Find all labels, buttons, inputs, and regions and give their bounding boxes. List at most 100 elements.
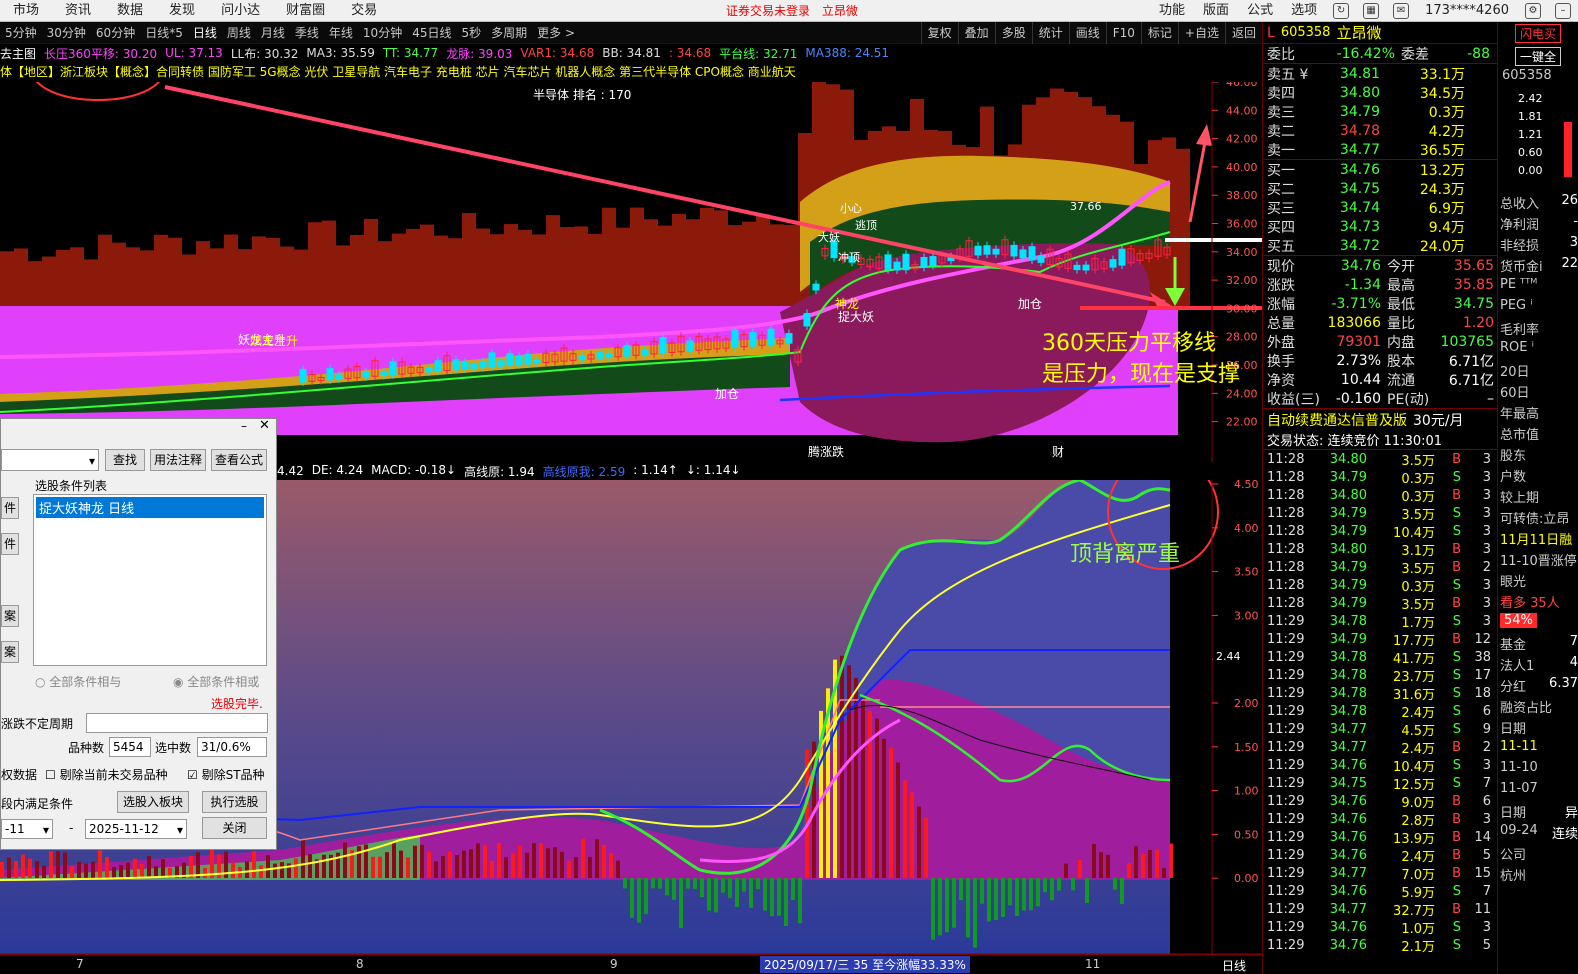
side-item-6[interactable]: 毛利率 — [1498, 319, 1578, 340]
save-plan-button[interactable]: 案 — [1, 641, 19, 663]
usage-notes-button[interactable]: 用法注释 — [150, 449, 206, 471]
period-tab-8[interactable]: 年线 — [324, 22, 358, 44]
side-item-31[interactable]: 公司 — [1498, 844, 1578, 865]
mail-icon[interactable]: ✉ — [1393, 3, 1410, 19]
load-plan-button[interactable]: 案 — [1, 605, 19, 627]
period-tab-9[interactable]: 10分钟 — [358, 22, 407, 44]
date-to-input[interactable]: 2025-11-12 ▾ — [85, 819, 187, 839]
account-name[interactable]: 173****4260 — [1416, 0, 1518, 22]
period-tab-3[interactable]: 日线*5 — [140, 22, 188, 44]
radio-or[interactable]: ◉ 全部条件相或 — [173, 673, 259, 690]
tool-button-2[interactable]: 多股 — [994, 22, 1032, 44]
search-button[interactable]: 查找 — [105, 449, 145, 471]
period-tab-12[interactable]: 多周期 — [486, 22, 532, 44]
side-item-11[interactable]: 总市值 — [1498, 424, 1578, 445]
menu-item-0[interactable]: 市场 — [0, 0, 52, 22]
ask-row-3[interactable]: 卖二 34.78 4.2万 — [1263, 121, 1497, 140]
side-item-9[interactable]: 60日 — [1498, 382, 1578, 403]
date-from-input[interactable]: -11 ▾ — [1, 819, 53, 839]
bid-row-3[interactable]: 买四 34.73 9.4万 — [1263, 217, 1497, 236]
side-item-25[interactable]: 日期 — [1498, 718, 1578, 739]
menu-item-3[interactable]: 发现 — [156, 0, 208, 22]
bid-row-2[interactable]: 买三 34.74 6.9万 — [1263, 198, 1497, 217]
tick-list[interactable]: 11:28 34.80 3.5万 B 3 11:28 34.79 0.3万 S 3 11:28 34.… — [1263, 450, 1497, 955]
ask-row-2[interactable]: 卖三 34.79 0.3万 — [1263, 102, 1497, 121]
condition-item[interactable]: 捉大妖神龙 日线 — [36, 497, 264, 518]
period-tab-13[interactable]: 更多 > — [532, 22, 580, 44]
flash-buy-button[interactable]: 闪电买 — [1514, 23, 1561, 43]
ask-row-1[interactable]: 卖四 34.80 34.5万 — [1263, 83, 1497, 102]
side-item-2[interactable]: 非经损 3 — [1498, 235, 1578, 256]
dialog-close-icon[interactable]: ✕ — [259, 418, 270, 433]
menu-item-4[interactable]: 问小达 — [208, 0, 273, 22]
period-tab-6[interactable]: 月线 — [256, 22, 290, 44]
dialog-minimize-icon[interactable]: – — [241, 419, 247, 433]
period-tab-1[interactable]: 30分钟 — [42, 22, 91, 44]
side-item-7[interactable]: ROE ⁱ — [1498, 340, 1578, 361]
one-click-button[interactable]: 一键全 — [1514, 46, 1561, 66]
side-item-1[interactable]: 净利润 - — [1498, 214, 1578, 235]
side-item-19[interactable]: 看多 35人 — [1498, 592, 1578, 613]
side-item-3[interactable]: 货币金i 22 — [1498, 256, 1578, 277]
tool-button-6[interactable]: 标记 — [1140, 22, 1178, 44]
radio-and[interactable]: ○ 全部条件相与 — [35, 673, 121, 690]
bid-row-1[interactable]: 买二 34.75 24.3万 — [1263, 179, 1497, 198]
side-item-18[interactable]: 眼光 — [1498, 571, 1578, 592]
period-input[interactable] — [86, 713, 268, 733]
ask-row-0[interactable]: 卖五 ¥ 34.81 33.1万 — [1263, 64, 1497, 83]
calculator-icon[interactable]: ▦ — [1363, 3, 1380, 19]
period-tab-10[interactable]: 45日线 — [407, 22, 456, 44]
side-item-14[interactable]: 较上期 — [1498, 487, 1578, 508]
promo-row[interactable]: 自动续费通达信普及版 30元/月 — [1263, 409, 1497, 430]
menu-item-1[interactable]: 资讯 — [52, 0, 104, 22]
tool-button-0[interactable]: 复权 — [920, 22, 958, 44]
side-item-8[interactable]: 20日 — [1498, 361, 1578, 382]
menu-right-item-3[interactable]: 选项 — [1282, 0, 1326, 22]
side-item-26[interactable]: 11-11 — [1498, 739, 1578, 760]
menu-item-5[interactable]: 财富圈 — [273, 0, 338, 22]
bid-row-4[interactable]: 买五 34.72 24.0万 — [1263, 236, 1497, 255]
side-item-22[interactable]: 法人1 4 — [1498, 655, 1578, 676]
tool-button-7[interactable]: +自选 — [1177, 22, 1225, 44]
exclude-untraded-checkbox[interactable]: ☐ 剔除当前未交易品种 — [45, 766, 168, 783]
exclude-st-checkbox[interactable]: ☑ 剔除ST品种 — [187, 766, 265, 783]
side-item-24[interactable]: 融资占比 — [1498, 697, 1578, 718]
tool-button-1[interactable]: 叠加 — [957, 22, 995, 44]
side-item-20[interactable]: 54% — [1498, 613, 1578, 634]
x-period-label[interactable]: 日线 — [1222, 957, 1246, 974]
close-button[interactable]: 关闭 — [202, 817, 267, 839]
minimize-icon[interactable]: – — [1555, 3, 1571, 19]
refresh-icon[interactable]: ↻ — [1333, 3, 1350, 19]
period-tab-4[interactable]: 日线 — [188, 22, 222, 44]
condition-list[interactable]: 捉大妖神龙 日线 — [33, 494, 267, 666]
stock-link[interactable]: 立昂微 — [822, 4, 858, 18]
settings-icon[interactable]: ⚙ — [1525, 3, 1541, 19]
tool-button-4[interactable]: 画线 — [1068, 22, 1106, 44]
side-item-5[interactable]: PEG ⁱ — [1498, 298, 1578, 319]
login-status[interactable]: 证券交易未登录 立昂微 — [726, 0, 866, 22]
period-tab-11[interactable]: 5秒 — [456, 22, 486, 44]
menu-right-item-1[interactable]: 版面 — [1194, 0, 1238, 22]
side-item-28[interactable]: 11-07 — [1498, 781, 1578, 802]
side-item-15[interactable]: 可转债:立昂 — [1498, 508, 1578, 529]
add-to-board-button[interactable]: 选股入板块 — [117, 791, 189, 813]
tool-button-8[interactable]: 返回 — [1224, 22, 1262, 44]
period-tab-0[interactable]: 5分钟 — [0, 22, 42, 44]
side-item-21[interactable]: 基金 7 — [1498, 634, 1578, 655]
tool-button-3[interactable]: 统计 — [1031, 22, 1069, 44]
add-condition-button[interactable]: 件 — [1, 497, 19, 519]
side-item-4[interactable]: PE ᵀᵀᴹ — [1498, 277, 1578, 298]
period-tab-7[interactable]: 季线 — [290, 22, 324, 44]
side-item-29[interactable]: 日期 异 — [1498, 802, 1578, 823]
menu-right-item-0[interactable]: 功能 — [1150, 0, 1194, 22]
side-item-17[interactable]: 11-10晋涨停 — [1498, 550, 1578, 571]
side-item-12[interactable]: 股东 — [1498, 445, 1578, 466]
side-item-10[interactable]: 年最高 — [1498, 403, 1578, 424]
bid-row-0[interactable]: 买一 34.76 13.2万 — [1263, 160, 1497, 179]
side-item-23[interactable]: 分红 6.37 — [1498, 676, 1578, 697]
main-kline-chart[interactable]: 46.00 44.00 42.00 40.00 38.00 36.00 34.00 32.00… — [0, 82, 1262, 462]
menu-item-6[interactable]: 交易 — [338, 0, 390, 22]
side-item-27[interactable]: 11-10 — [1498, 760, 1578, 781]
tool-button-5[interactable]: F10 — [1105, 22, 1141, 44]
side-item-13[interactable]: 户数 — [1498, 466, 1578, 487]
